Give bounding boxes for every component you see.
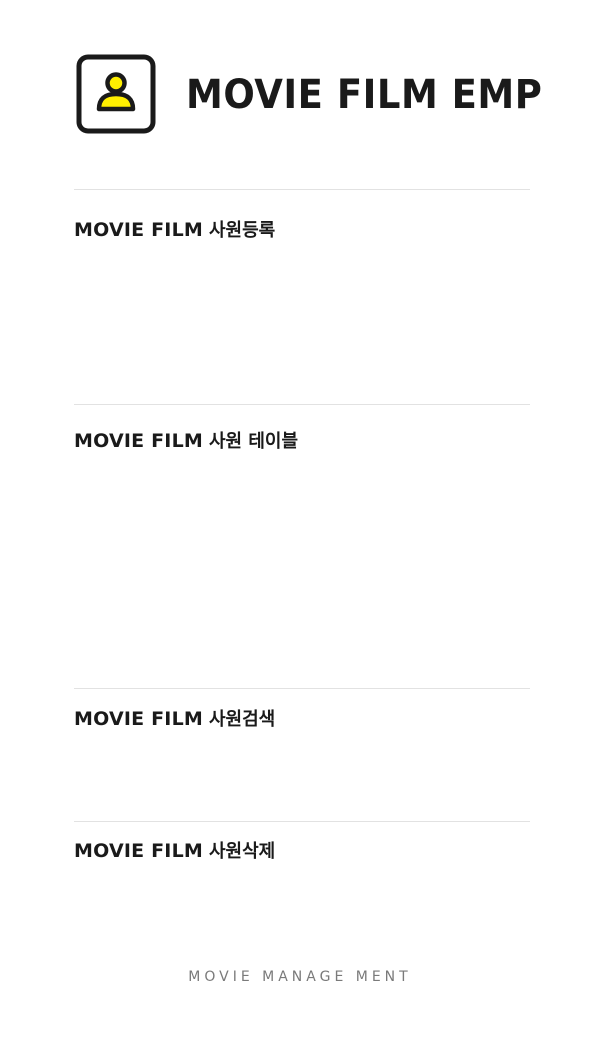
app-header: MOVIE FILM EMP — [76, 54, 542, 134]
section-brand: MOVIE FILM — [74, 219, 203, 241]
section-heading: MOVIE FILM 사원등록 — [74, 216, 530, 242]
section-employee-table: MOVIE FILM 사원 테이블 — [74, 427, 530, 453]
section-divider — [74, 189, 530, 190]
section-title: 사원검색 — [208, 709, 276, 730]
section-heading: MOVIE FILM 사원검색 — [74, 705, 530, 731]
section-employee-delete: MOVIE FILM 사원삭제 — [74, 837, 530, 863]
section-employee-register: MOVIE FILM 사원등록 — [74, 216, 530, 242]
section-brand: MOVIE FILM — [74, 708, 203, 730]
user-badge-icon — [76, 54, 156, 134]
section-brand: MOVIE FILM — [74, 430, 203, 452]
section-heading: MOVIE FILM 사원 테이블 — [74, 427, 530, 453]
section-divider — [74, 821, 530, 822]
footer-text: MOVIE MANAGE MENT — [188, 969, 412, 985]
section-brand: MOVIE FILM — [74, 840, 203, 862]
section-title: 사원 테이블 — [208, 431, 299, 452]
section-title: 사원등록 — [208, 220, 276, 241]
section-heading: MOVIE FILM 사원삭제 — [74, 837, 530, 863]
section-divider — [74, 688, 530, 689]
section-title: 사원삭제 — [208, 841, 276, 862]
app-title: MOVIE FILM EMP — [186, 70, 543, 118]
section-divider — [74, 404, 530, 405]
section-employee-search: MOVIE FILM 사원검색 — [74, 705, 530, 731]
